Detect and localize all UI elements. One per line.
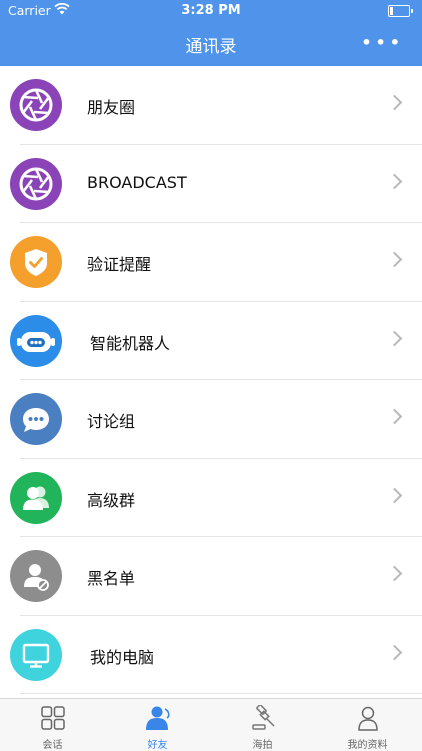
item-label: 高级群 xyxy=(87,490,136,510)
list-item-robot[interactable]: 智能机器人 xyxy=(0,302,422,380)
profile-icon xyxy=(355,705,381,731)
shield-check-icon xyxy=(10,236,62,288)
item-label: 黑名单 xyxy=(87,569,136,588)
item-label: 讨论组 xyxy=(87,412,136,431)
blocked-user-icon xyxy=(10,550,62,602)
tab-chats[interactable]: 会话 xyxy=(0,699,105,751)
list-item-my-computer[interactable]: 我的电脑 xyxy=(0,616,422,694)
chevron-right-icon xyxy=(386,565,403,582)
robot-icon xyxy=(10,314,62,367)
clock: 3:28 PM xyxy=(181,3,241,18)
tab-bar: 会话 好友 海拍 我的资料 xyxy=(0,698,422,751)
grid-icon xyxy=(40,705,66,731)
chevron-right-icon xyxy=(386,408,403,425)
tab-label: 我的资料 xyxy=(347,740,388,751)
list-item-discussion-group[interactable]: 讨论组 xyxy=(0,380,422,459)
group-icon xyxy=(10,471,62,524)
item-label: 智能机器人 xyxy=(90,333,171,353)
tab-label: 会话 xyxy=(42,740,63,751)
item-label: 朋友圈 xyxy=(87,98,136,117)
list-item-blacklist[interactable]: 黑名单 xyxy=(0,537,422,616)
divider xyxy=(20,693,422,694)
friends-icon xyxy=(145,705,171,731)
item-label: 我的电脑 xyxy=(90,647,155,667)
navigation-bar: Carrier 3:28 PM 通讯录 ••• xyxy=(0,0,422,66)
chevron-right-icon xyxy=(386,644,403,660)
aperture-icon xyxy=(10,79,62,131)
chevron-right-icon xyxy=(386,251,403,268)
contacts-list: 朋友圈 BROADCAST 验证提醒 智能机器人 讨论组 高级群 黑名单 我的电… xyxy=(0,66,422,694)
tab-label: 好友 xyxy=(147,740,168,751)
tab-auction[interactable]: 海拍 xyxy=(210,699,315,751)
list-item-verification[interactable]: 验证提醒 xyxy=(0,223,422,302)
tab-label: 海拍 xyxy=(252,740,273,751)
page-title: 通讯录 xyxy=(185,37,237,57)
aperture-icon xyxy=(10,157,62,210)
more-button[interactable]: ••• xyxy=(361,33,404,52)
chevron-right-icon xyxy=(386,94,403,111)
item-label: 验证提醒 xyxy=(87,255,152,274)
chevron-right-icon xyxy=(386,487,403,503)
tab-profile[interactable]: 我的资料 xyxy=(315,699,420,751)
status-bar: Carrier 3:28 PM xyxy=(0,0,422,22)
tab-friends[interactable]: 好友 xyxy=(105,699,210,751)
list-item-broadcast[interactable]: BROADCAST xyxy=(0,145,422,223)
chevron-right-icon xyxy=(386,330,403,346)
item-label: BROADCAST xyxy=(87,172,187,192)
monitor-icon xyxy=(10,628,62,681)
gavel-icon xyxy=(250,704,276,731)
chevron-right-icon xyxy=(386,173,403,189)
battery-icon xyxy=(388,5,413,17)
list-item-advanced-group[interactable]: 高级群 xyxy=(0,459,422,537)
list-item-moments[interactable]: 朋友圈 xyxy=(0,66,422,145)
chat-bubble-icon xyxy=(10,393,62,445)
